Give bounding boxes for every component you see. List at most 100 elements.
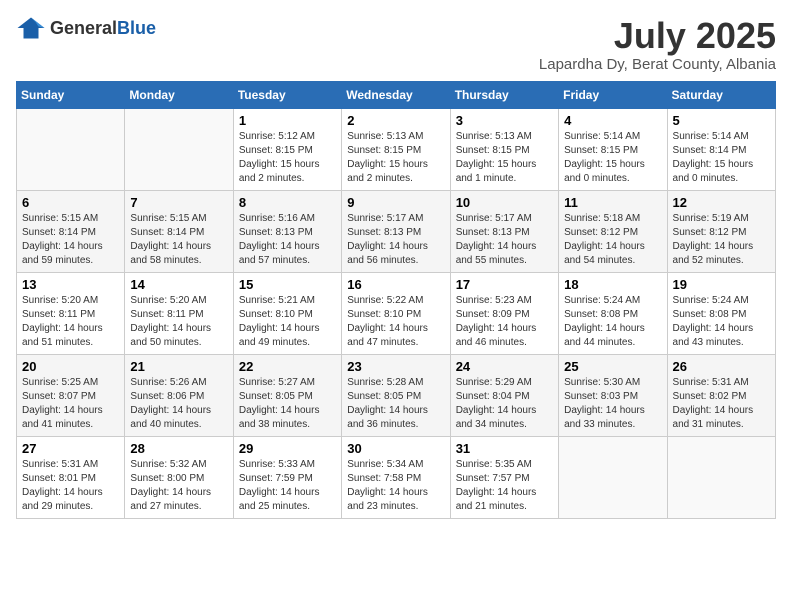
day-number: 12 [673,195,770,210]
day-number: 27 [22,441,119,456]
week-row-4: 20Sunrise: 5:25 AM Sunset: 8:07 PM Dayli… [17,354,776,436]
week-row-5: 27 Sunrise: 5:31 AM Sunset: 8:01 PM Dayli… [17,436,776,518]
calendar-cell [667,436,775,518]
day-number: 7 [130,195,227,210]
day-number: 15 [239,277,336,292]
day-number: 3 [456,113,553,128]
calendar-cell: 18Sunrise: 5:24 AM Sunset: 8:08 PM Dayli… [559,272,667,354]
calendar-cell: 4 Sunrise: 5:14 AM Sunset: 8:15 PM Daylig… [559,108,667,190]
header-day-saturday: Saturday [667,81,775,108]
header-day-monday: Monday [125,81,233,108]
day-number: 24 [456,359,553,374]
calendar-cell: 28Sunrise: 5:32 AM Sunset: 8:00 PM Dayli… [125,436,233,518]
calendar-cell [17,108,125,190]
day-number: 16 [347,277,444,292]
day-info: Sunrise: 5:15 AM Sunset: 8:14 PM Dayligh… [130,212,227,268]
day-number: 29 [239,441,336,456]
title-block: July 2025 Lapardha Dy, Berat County, Alb… [539,16,776,73]
day-info: Sunrise: 5:19 AM Sunset: 8:12 PM Dayligh… [673,212,770,268]
day-info: Sunrise: 5:31 AM Sunset: 8:01 PM Dayligh… [22,458,119,514]
day-info: Sunrise: 5:29 AM Sunset: 8:04 PM Dayligh… [456,376,553,432]
calendar-body: 1 Sunrise: 5:12 AM Sunset: 8:15 PM Daylig… [17,108,776,518]
calendar-cell: 25 Sunrise: 5:30 AM Sunset: 8:03 PM Dayli… [559,354,667,436]
day-number: 20 [22,359,119,374]
day-number: 9 [347,195,444,210]
day-number: 28 [130,441,227,456]
calendar-cell: 7 Sunrise: 5:15 AM Sunset: 8:14 PM Daylig… [125,190,233,272]
calendar-cell: 31 Sunrise: 5:35 AM Sunset: 7:57 PM Dayli… [450,436,558,518]
day-info: Sunrise: 5:12 AM Sunset: 8:15 PM Dayligh… [239,130,336,186]
calendar-table: SundayMondayTuesdayWednesdayThursdayFrid… [16,81,776,519]
day-info: Sunrise: 5:22 AM Sunset: 8:10 PM Dayligh… [347,294,444,350]
week-row-3: 13Sunrise: 5:20 AM Sunset: 8:11 PM Dayli… [17,272,776,354]
day-info: Sunrise: 5:28 AM Sunset: 8:05 PM Dayligh… [347,376,444,432]
day-number: 23 [347,359,444,374]
calendar-cell: 10 Sunrise: 5:17 AM Sunset: 8:13 PM Dayli… [450,190,558,272]
calendar-cell: 20Sunrise: 5:25 AM Sunset: 8:07 PM Dayli… [17,354,125,436]
day-number: 22 [239,359,336,374]
day-info: Sunrise: 5:30 AM Sunset: 8:03 PM Dayligh… [564,376,661,432]
calendar-cell: 17 Sunrise: 5:23 AM Sunset: 8:09 PM Dayli… [450,272,558,354]
logo-text-blue: Blue [117,18,156,39]
day-number: 2 [347,113,444,128]
day-number: 25 [564,359,661,374]
calendar-cell: 5Sunrise: 5:14 AM Sunset: 8:14 PM Daylig… [667,108,775,190]
day-number: 17 [456,277,553,292]
day-number: 31 [456,441,553,456]
calendar-cell: 19Sunrise: 5:24 AM Sunset: 8:08 PM Dayli… [667,272,775,354]
calendar-cell: 24 Sunrise: 5:29 AM Sunset: 8:04 PM Dayli… [450,354,558,436]
calendar-cell: 23 Sunrise: 5:28 AM Sunset: 8:05 PM Dayli… [342,354,450,436]
day-info: Sunrise: 5:13 AM Sunset: 8:15 PM Dayligh… [456,130,553,186]
day-number: 26 [673,359,770,374]
day-info: Sunrise: 5:14 AM Sunset: 8:15 PM Dayligh… [564,130,661,186]
calendar-cell: 27 Sunrise: 5:31 AM Sunset: 8:01 PM Dayli… [17,436,125,518]
header-day-sunday: Sunday [17,81,125,108]
week-row-2: 6 Sunrise: 5:15 AM Sunset: 8:14 PM Daylig… [17,190,776,272]
calendar-cell: 9 Sunrise: 5:17 AM Sunset: 8:13 PM Daylig… [342,190,450,272]
calendar-cell [125,108,233,190]
day-number: 13 [22,277,119,292]
logo: General Blue [16,16,156,40]
day-info: Sunrise: 5:31 AM Sunset: 8:02 PM Dayligh… [673,376,770,432]
day-info: Sunrise: 5:16 AM Sunset: 8:13 PM Dayligh… [239,212,336,268]
day-number: 18 [564,277,661,292]
day-info: Sunrise: 5:17 AM Sunset: 8:13 PM Dayligh… [456,212,553,268]
calendar-header: SundayMondayTuesdayWednesdayThursdayFrid… [17,81,776,108]
day-number: 11 [564,195,661,210]
day-number: 5 [673,113,770,128]
day-number: 4 [564,113,661,128]
location-title: Lapardha Dy, Berat County, Albania [539,56,776,73]
day-info: Sunrise: 5:35 AM Sunset: 7:57 PM Dayligh… [456,458,553,514]
week-row-1: 1 Sunrise: 5:12 AM Sunset: 8:15 PM Daylig… [17,108,776,190]
day-info: Sunrise: 5:18 AM Sunset: 8:12 PM Dayligh… [564,212,661,268]
calendar-cell: 3 Sunrise: 5:13 AM Sunset: 8:15 PM Daylig… [450,108,558,190]
day-info: Sunrise: 5:21 AM Sunset: 8:10 PM Dayligh… [239,294,336,350]
header-day-wednesday: Wednesday [342,81,450,108]
calendar-cell: 29 Sunrise: 5:33 AM Sunset: 7:59 PM Dayli… [233,436,341,518]
header-day-thursday: Thursday [450,81,558,108]
header-row: SundayMondayTuesdayWednesdayThursdayFrid… [17,81,776,108]
calendar-cell: 14Sunrise: 5:20 AM Sunset: 8:11 PM Dayli… [125,272,233,354]
day-number: 14 [130,277,227,292]
calendar-cell: 16 Sunrise: 5:22 AM Sunset: 8:10 PM Dayli… [342,272,450,354]
page-header: General Blue July 2025 Lapardha Dy, Bera… [16,16,776,73]
calendar-cell: 8Sunrise: 5:16 AM Sunset: 8:13 PM Daylig… [233,190,341,272]
month-title: July 2025 [539,16,776,56]
logo-icon [16,16,46,40]
day-info: Sunrise: 5:15 AM Sunset: 8:14 PM Dayligh… [22,212,119,268]
calendar-cell [559,436,667,518]
day-number: 19 [673,277,770,292]
day-number: 1 [239,113,336,128]
calendar-cell: 1 Sunrise: 5:12 AM Sunset: 8:15 PM Daylig… [233,108,341,190]
calendar-cell: 22 Sunrise: 5:27 AM Sunset: 8:05 PM Dayli… [233,354,341,436]
day-number: 10 [456,195,553,210]
day-info: Sunrise: 5:27 AM Sunset: 8:05 PM Dayligh… [239,376,336,432]
calendar-cell: 15 Sunrise: 5:21 AM Sunset: 8:10 PM Dayli… [233,272,341,354]
day-number: 6 [22,195,119,210]
day-info: Sunrise: 5:17 AM Sunset: 8:13 PM Dayligh… [347,212,444,268]
calendar-cell: 13Sunrise: 5:20 AM Sunset: 8:11 PM Dayli… [17,272,125,354]
day-info: Sunrise: 5:34 AM Sunset: 7:58 PM Dayligh… [347,458,444,514]
day-info: Sunrise: 5:33 AM Sunset: 7:59 PM Dayligh… [239,458,336,514]
day-info: Sunrise: 5:23 AM Sunset: 8:09 PM Dayligh… [456,294,553,350]
calendar-cell: 11 Sunrise: 5:18 AM Sunset: 8:12 PM Dayli… [559,190,667,272]
